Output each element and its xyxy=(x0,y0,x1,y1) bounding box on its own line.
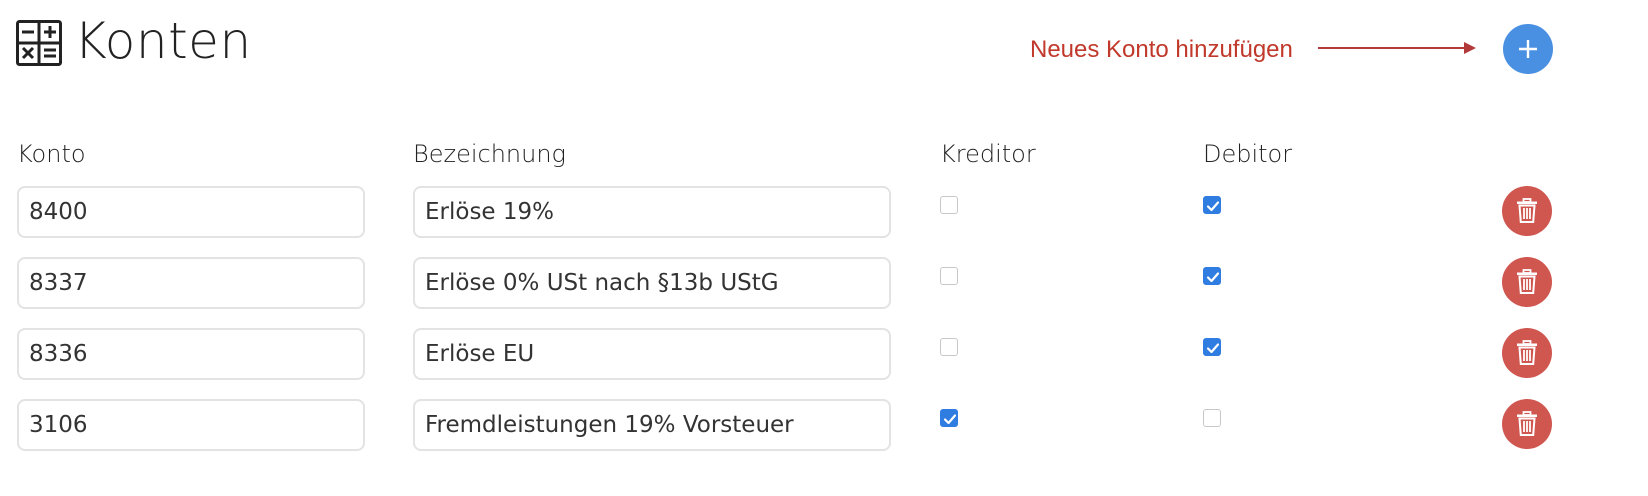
konto-input[interactable] xyxy=(17,186,365,238)
column-header-debitor: Debitor xyxy=(1203,140,1293,168)
bezeichnung-input[interactable] xyxy=(413,328,891,380)
bezeichnung-input[interactable] xyxy=(413,186,891,238)
account-row xyxy=(0,328,1648,402)
debitor-checkbox[interactable] xyxy=(1203,409,1221,427)
delete-account-button[interactable] xyxy=(1502,186,1552,236)
account-row xyxy=(0,399,1648,473)
column-header-kreditor: Kreditor xyxy=(940,140,1036,168)
debitor-checkbox[interactable] xyxy=(1203,267,1221,285)
calculator-icon xyxy=(16,20,62,66)
kreditor-checkbox[interactable] xyxy=(940,409,958,427)
add-account-button[interactable] xyxy=(1503,24,1553,74)
account-row xyxy=(0,186,1648,260)
account-row xyxy=(0,257,1648,331)
add-account-hint: Neues Konto hinzufügen xyxy=(1030,36,1293,63)
trash-icon xyxy=(1517,198,1537,223)
column-header-bezeichnung: Bezeichnung xyxy=(413,140,566,168)
debitor-checkbox[interactable] xyxy=(1203,196,1221,214)
page-title: Konten xyxy=(74,12,252,70)
delete-account-button[interactable] xyxy=(1502,257,1552,307)
arrow-right-icon xyxy=(1318,42,1476,54)
bezeichnung-input[interactable] xyxy=(413,257,891,309)
konto-input[interactable] xyxy=(17,257,365,309)
kreditor-checkbox[interactable] xyxy=(940,196,958,214)
debitor-checkbox[interactable] xyxy=(1203,338,1221,356)
trash-icon xyxy=(1517,411,1537,436)
column-header-konto: Konto xyxy=(17,140,86,168)
bezeichnung-input[interactable] xyxy=(413,399,891,451)
trash-icon xyxy=(1517,340,1537,365)
delete-account-button[interactable] xyxy=(1502,399,1552,449)
trash-icon xyxy=(1517,269,1537,294)
konto-input[interactable] xyxy=(17,328,365,380)
kreditor-checkbox[interactable] xyxy=(940,267,958,285)
kreditor-checkbox[interactable] xyxy=(940,338,958,356)
plus-icon xyxy=(1519,40,1537,58)
konto-input[interactable] xyxy=(17,399,365,451)
delete-account-button[interactable] xyxy=(1502,328,1552,378)
